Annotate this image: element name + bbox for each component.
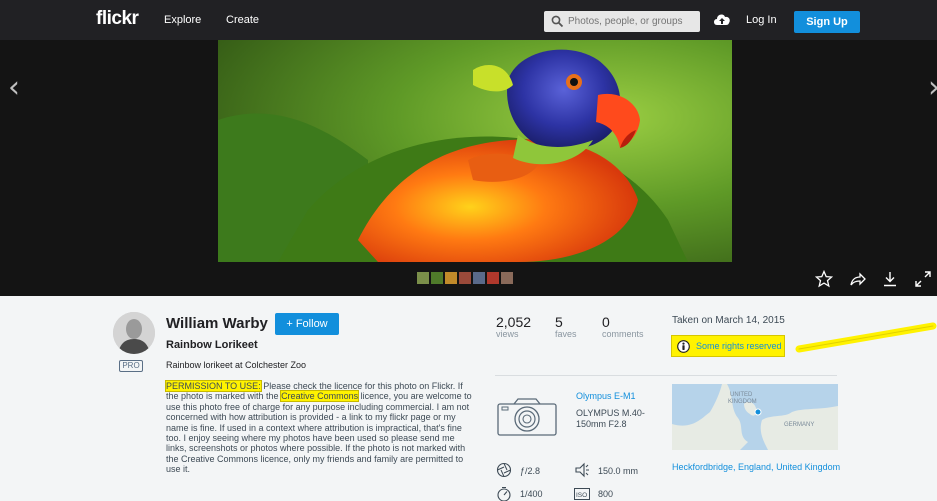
aperture-value: ƒ/2.8 xyxy=(520,466,541,476)
svg-text:KINGDOM: KINGDOM xyxy=(728,399,757,405)
location-map[interactable]: UNITED KINGDOM GERMANY xyxy=(672,384,838,450)
photo-body-text: PERMISSION TO USE: Please check the lice… xyxy=(165,380,474,475)
faves-label: faves xyxy=(555,329,577,339)
views-count: 2,052 xyxy=(496,314,532,330)
follow-button[interactable]: + Follow xyxy=(275,313,339,335)
photo-description: Rainbow lorikeet at Colchester Zoo xyxy=(166,360,307,370)
nav-create[interactable]: Create xyxy=(226,14,259,26)
thumbnail[interactable] xyxy=(431,272,443,284)
photo-stage: ‹ › xyxy=(0,40,937,296)
svg-text:ISO: ISO xyxy=(576,492,587,499)
pro-badge: PRO xyxy=(119,360,143,372)
camera-model-link[interactable]: Olympus E-M1 xyxy=(576,391,636,401)
camera-lens: OLYMPUS M.40-150mm F2.8 xyxy=(576,408,645,429)
thumbnail[interactable] xyxy=(417,272,429,284)
views-label: views xyxy=(496,329,519,339)
search-input[interactable] xyxy=(568,11,696,32)
next-arrow-icon[interactable]: › xyxy=(928,70,937,105)
views-stat: 2,052 views xyxy=(496,314,531,339)
permission-label: PERMISSION TO USE: xyxy=(165,380,262,392)
faves-count: 5 xyxy=(555,314,563,330)
upload-cloud-icon[interactable] xyxy=(712,10,732,28)
expand-icon[interactable] xyxy=(914,270,932,288)
top-nav: flickr Explore Create Log In Sign Up xyxy=(0,0,937,40)
author-name[interactable]: William Warby xyxy=(166,315,268,332)
search-icon xyxy=(551,15,564,28)
flickr-photo-page: flickr Explore Create Log In Sign Up ‹ › xyxy=(0,0,937,501)
license-badge[interactable]: Some rights reserved xyxy=(671,335,785,357)
comments-label: comments xyxy=(602,329,644,339)
comments-stat[interactable]: 0 comments xyxy=(602,314,644,339)
location-link[interactable]: Heckfordbridge, England, United Kingdom xyxy=(672,462,842,473)
photostream-thumbnails xyxy=(417,272,513,284)
aperture-icon xyxy=(496,462,512,478)
faves-stat[interactable]: 5 faves xyxy=(555,314,577,339)
comments-count: 0 xyxy=(602,314,610,330)
share-icon[interactable] xyxy=(848,270,866,288)
thumbnail[interactable] xyxy=(459,272,471,284)
iso-icon: ISO xyxy=(574,488,590,500)
iso-value: 800 xyxy=(598,489,614,499)
shutter-speed-value: 1/400 xyxy=(520,489,543,499)
camera-icon[interactable] xyxy=(496,397,558,437)
svg-text:GERMANY: GERMANY xyxy=(784,422,814,428)
avatar[interactable] xyxy=(113,312,155,354)
login-link[interactable]: Log In xyxy=(746,14,777,26)
focal-length-icon xyxy=(575,462,589,478)
photo-rainbow-lorikeet[interactable] xyxy=(218,40,732,262)
signup-button[interactable]: Sign Up xyxy=(794,11,860,33)
prev-arrow-icon[interactable]: ‹ xyxy=(8,70,20,105)
license-text[interactable]: Some rights reserved xyxy=(696,341,782,351)
annotation-arrow xyxy=(795,322,937,353)
creative-commons-link[interactable]: Creative Commons xyxy=(280,390,360,403)
taken-date[interactable]: Taken on March 14, 2015 xyxy=(672,315,785,326)
divider xyxy=(495,375,837,376)
thumbnail[interactable] xyxy=(487,272,499,284)
thumbnail[interactable] xyxy=(473,272,485,284)
search-box[interactable] xyxy=(544,11,700,32)
map-image: UNITED KINGDOM GERMANY xyxy=(672,384,838,450)
flickr-logo[interactable]: flickr xyxy=(96,8,139,30)
thumbnail[interactable] xyxy=(501,272,513,284)
photo-title: Rainbow Lorikeet xyxy=(166,339,258,351)
body-text-part: licence, you are welcome to use this pho… xyxy=(166,391,472,475)
focal-length-value: 150.0 mm xyxy=(598,466,639,476)
thumbnail[interactable] xyxy=(445,272,457,284)
attribution-icon xyxy=(677,340,690,353)
shutter-speed-icon xyxy=(497,486,511,501)
svg-text:UNITED: UNITED xyxy=(730,392,753,398)
star-icon[interactable] xyxy=(815,270,833,288)
nav-explore[interactable]: Explore xyxy=(164,14,201,26)
download-icon[interactable] xyxy=(881,270,899,288)
